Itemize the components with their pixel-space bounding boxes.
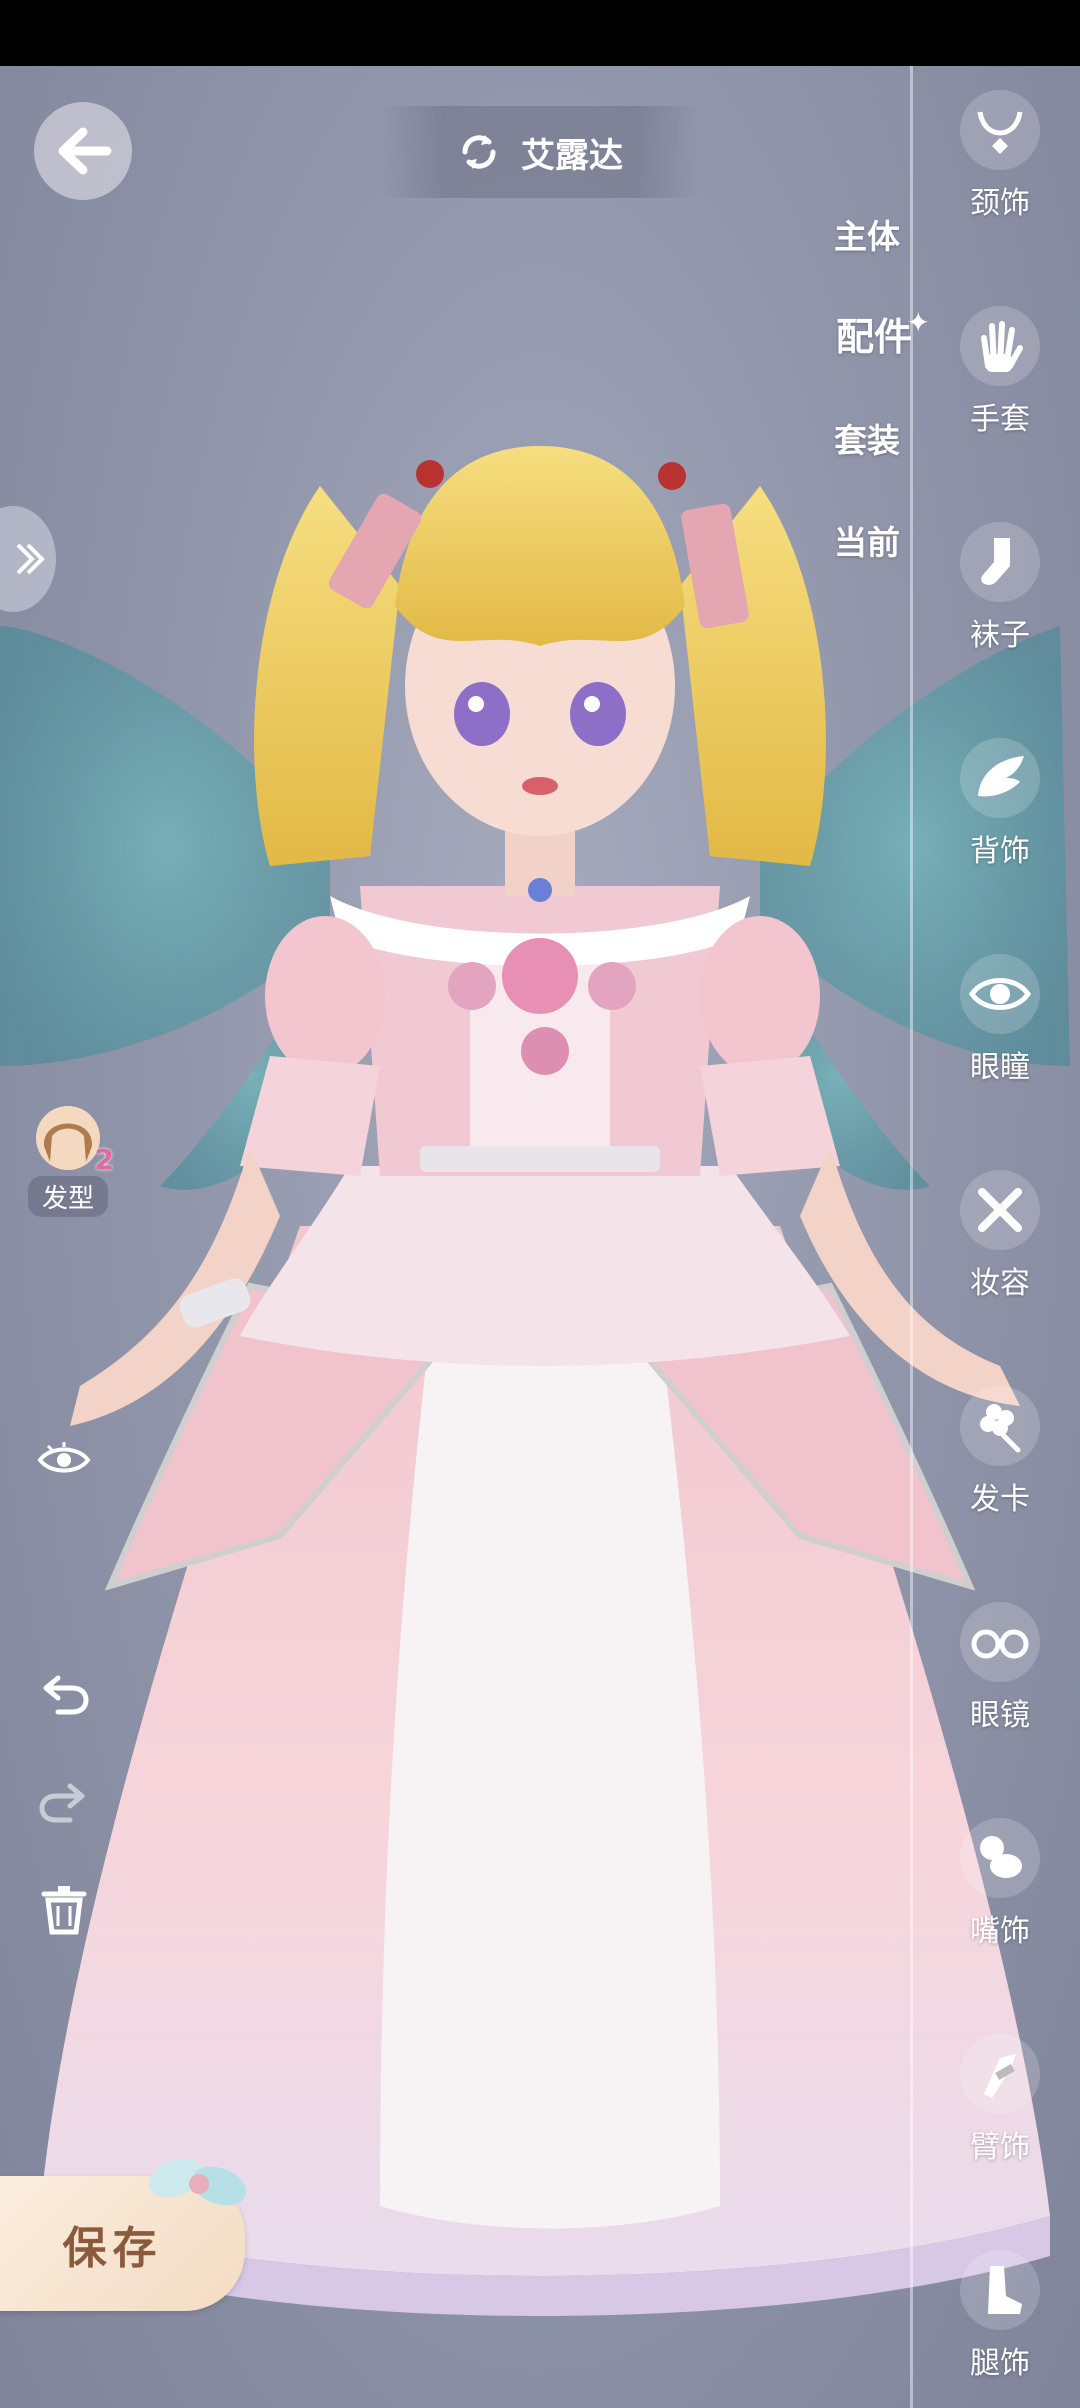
redo-button[interactable]: [36, 1774, 92, 1830]
sidebar-divider: [910, 66, 913, 2408]
sidebar-item-necklace[interactable]: 颈饰: [940, 90, 1060, 270]
sidebar-item-socks[interactable]: 袜子: [940, 522, 1060, 702]
tab-accessories[interactable]: 配件: [836, 306, 912, 361]
sidebar-item-label: 颈饰: [970, 186, 1030, 221]
necklace-icon: [960, 90, 1040, 170]
status-bar: [0, 0, 1080, 66]
sidebar-item-label: 嘴饰: [970, 1914, 1030, 1949]
undo-button[interactable]: [36, 1666, 92, 1722]
redo-icon: [39, 1783, 85, 1823]
delete-button[interactable]: [36, 1882, 92, 1938]
sock-icon: [960, 522, 1040, 602]
arm-accessory-icon: [960, 2034, 1040, 2114]
glasses-icon: [960, 1602, 1040, 1682]
sidebar-item-leg-accessory[interactable]: 腿饰: [940, 2250, 1060, 2408]
sidebar-item-gloves[interactable]: 手套: [940, 306, 1060, 486]
sidebar-item-arm-accessory[interactable]: 臂饰: [940, 2034, 1060, 2214]
hairstyle-avatar: 2: [36, 1106, 114, 1176]
sidebar-item-label: 背饰: [970, 834, 1030, 869]
undo-icon: [43, 1675, 89, 1715]
sidebar-item-mouth-accessory[interactable]: 嘴饰: [940, 1818, 1060, 1998]
sidebar-item-label: 眼瞳: [970, 1050, 1030, 1085]
character-model[interactable]: [0, 66, 1080, 2408]
sidebar-item-back-accessory[interactable]: 背饰: [940, 738, 1060, 918]
wing-icon: [960, 738, 1040, 818]
sidebar-item-label: 臂饰: [970, 2130, 1030, 2165]
sidebar-item-label: 袜子: [970, 618, 1030, 653]
pacifier-icon: [960, 1818, 1040, 1898]
sidebar-item-makeup[interactable]: 妆容: [940, 1170, 1060, 1350]
sidebar-item-hairpin[interactable]: 发卡: [940, 1386, 1060, 1566]
hairstyle-count-badge: 2: [94, 1143, 114, 1176]
sidebar-item-label: 眼镜: [970, 1698, 1030, 1733]
sidebar-item-eyes[interactable]: 眼瞳: [940, 954, 1060, 1134]
hairpin-flower-icon: [960, 1386, 1040, 1466]
sidebar-item-glasses[interactable]: 眼镜: [940, 1602, 1060, 1782]
eye-icon: [960, 954, 1040, 1034]
boot-icon: [960, 2250, 1040, 2330]
eye-toggle-icon: [37, 1442, 91, 1473]
makeup-brush-icon: [960, 1170, 1040, 1250]
switch-icon: [462, 135, 496, 169]
arrow-left-icon: [58, 127, 112, 175]
tab-main[interactable]: 主体: [834, 210, 900, 258]
sidebar-item-label: 发卡: [970, 1482, 1030, 1517]
dressing-stage: 艾露达 主体 配件 ✦ 套装 当前 颈饰 手套 袜子 背饰 眼瞳 妆容 发卡 眼…: [0, 66, 1080, 2408]
sidebar-item-label: 腿饰: [970, 2346, 1030, 2381]
bow-decoration-icon: [148, 2158, 247, 2206]
toggle-visibility-button[interactable]: [36, 1432, 92, 1488]
chevron-right-icon: [16, 543, 45, 575]
tab-current[interactable]: 当前: [834, 516, 900, 564]
sidebar-item-label: 手套: [970, 402, 1030, 437]
back-button[interactable]: [34, 102, 132, 200]
sidebar-item-label: 妆容: [970, 1266, 1030, 1301]
tab-sets[interactable]: 套装: [834, 414, 900, 462]
character-name: 艾露达: [521, 135, 623, 176]
trash-icon: [41, 1886, 87, 1935]
save-button[interactable]: 保存: [0, 2158, 247, 2311]
glove-icon: [960, 306, 1040, 386]
hairstyle-button[interactable]: 2 发型: [20, 1106, 116, 1217]
hairstyle-label: 发型: [27, 1176, 108, 1217]
character-switch[interactable]: 艾露达: [380, 106, 700, 198]
